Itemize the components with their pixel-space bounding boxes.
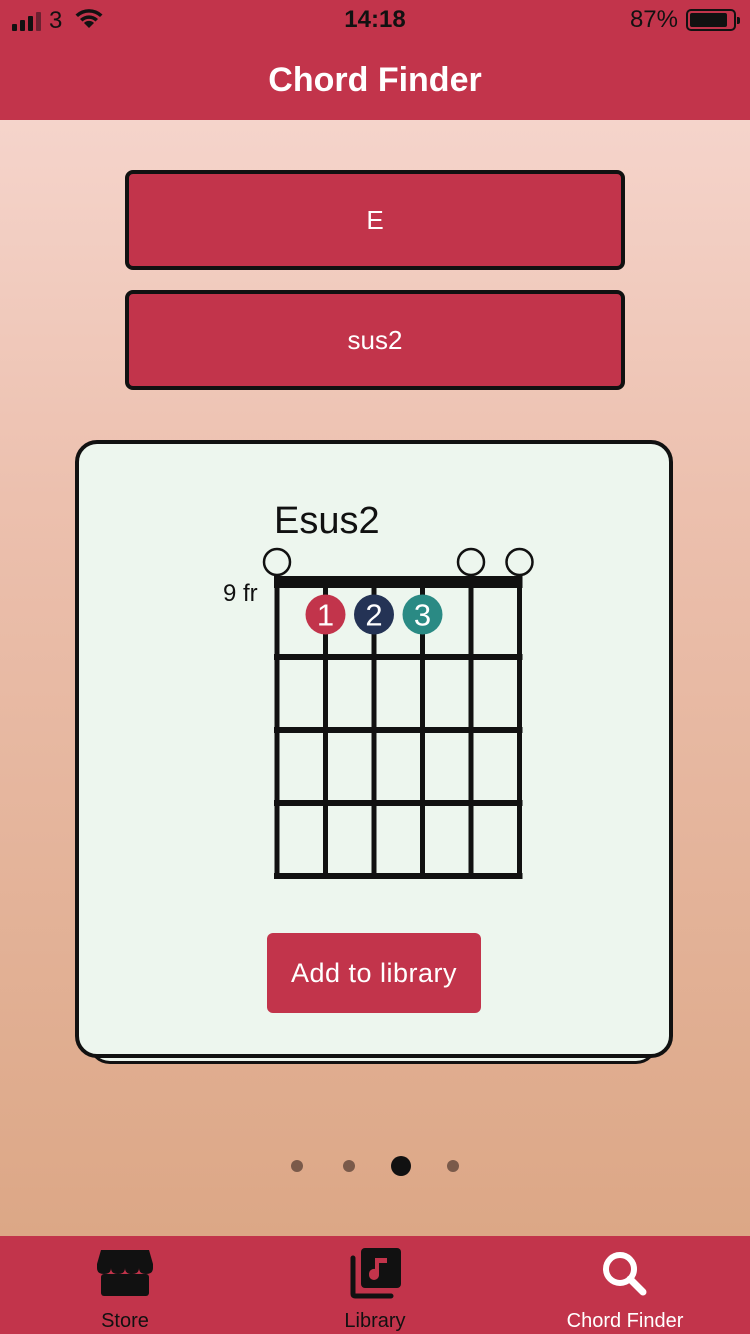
status-right: 87% — [629, 6, 740, 34]
finger-number: 3 — [414, 598, 431, 633]
page-dot[interactable] — [291, 1160, 303, 1172]
page-title: Chord Finder — [268, 61, 482, 99]
fret-line — [274, 800, 523, 806]
fret-line — [274, 654, 523, 660]
status-bar: 3 14:18 87% — [0, 0, 750, 40]
root-note-picker[interactable]: E — [125, 170, 625, 270]
tab-library[interactable]: Library — [250, 1236, 500, 1334]
navigation-bar: Chord Finder — [0, 40, 750, 120]
fret-line — [274, 873, 523, 879]
open-string-marker — [456, 547, 486, 577]
open-string-marker — [505, 547, 534, 577]
battery-icon — [686, 9, 740, 31]
page-indicator[interactable] — [0, 1155, 750, 1177]
chord-diagram: 123 — [262, 547, 534, 879]
finger-number: 2 — [365, 598, 382, 633]
store-icon — [0, 1248, 250, 1300]
string-line — [468, 580, 474, 876]
page-dot[interactable] — [391, 1156, 411, 1176]
battery-level — [690, 13, 727, 27]
string-line — [274, 580, 280, 876]
search-icon — [500, 1248, 750, 1300]
chord-card[interactable]: Esus2 9 fr 123 Add to library — [75, 440, 673, 1058]
page-dot[interactable] — [447, 1160, 459, 1172]
tab-chord-finder-label: Chord Finder — [566, 1310, 684, 1332]
finger-number: 1 — [317, 598, 334, 633]
battery-percentage: 87% — [629, 6, 678, 33]
open-string-marker — [262, 547, 292, 577]
nut — [274, 576, 523, 588]
music-library-icon — [250, 1248, 500, 1300]
tab-bar: Store Library Chord Finder — [0, 1236, 750, 1334]
string-line — [517, 580, 522, 876]
fret-line — [274, 727, 523, 733]
tab-chord-finder[interactable]: Chord Finder — [500, 1236, 750, 1334]
chord-quality-picker[interactable]: sus2 — [125, 290, 625, 390]
tab-store[interactable]: Store — [0, 1236, 250, 1334]
page-dot[interactable] — [343, 1160, 355, 1172]
add-to-library-button[interactable]: Add to library — [267, 933, 481, 1013]
tab-store-label: Store — [101, 1310, 149, 1332]
tab-library-label: Library — [344, 1310, 406, 1332]
